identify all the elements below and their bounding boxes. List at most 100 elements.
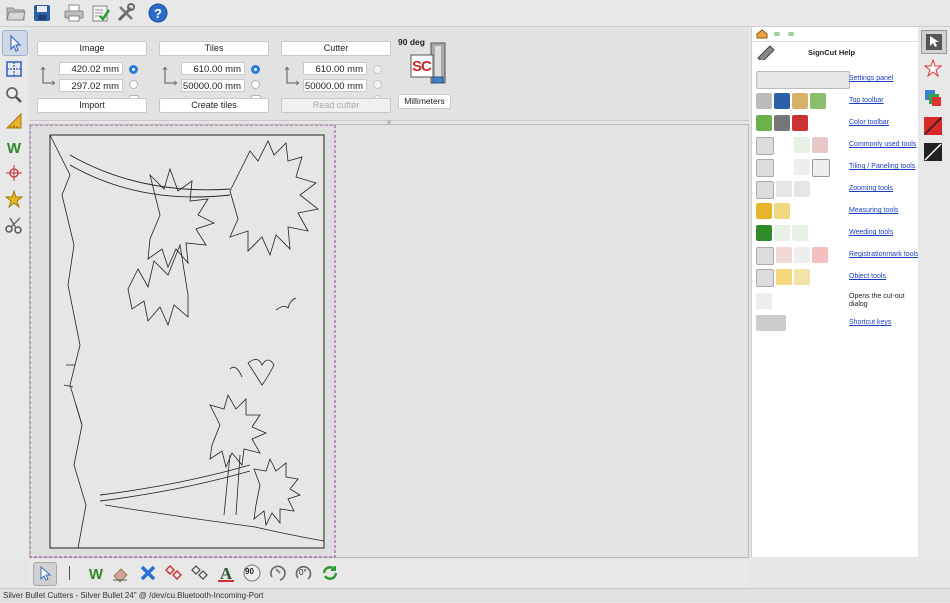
- help-panel: SignCut Help Settings panel Top toolbar …: [751, 27, 919, 557]
- tiles-width-field[interactable]: 610.00 mm: [181, 62, 245, 75]
- eraser-icon[interactable]: [109, 562, 131, 584]
- image-height-field[interactable]: 297.02 mm: [59, 79, 123, 92]
- help-row-regmark[interactable]: Registrationmark tools: [754, 247, 919, 267]
- text-icon[interactable]: A: [215, 562, 237, 584]
- tiling-icon[interactable]: [2, 57, 26, 81]
- tiles-radio[interactable]: [251, 65, 260, 74]
- help-link[interactable]: Registrationmark tools: [849, 251, 919, 258]
- help-link[interactable]: Zooming tools: [849, 185, 893, 192]
- star-outline-icon[interactable]: [921, 57, 945, 79]
- layers-color-icon[interactable]: [921, 87, 945, 109]
- axes-icon: [284, 66, 300, 86]
- help-title: SignCut Help: [808, 48, 856, 57]
- tiles-radio-2[interactable]: [251, 80, 260, 89]
- help-link[interactable]: Settings panel: [849, 75, 893, 82]
- status-bar: Silver Bullet Cutters - Silver Bullet 24…: [0, 588, 950, 602]
- help-link[interactable]: Color toolbar: [849, 119, 889, 126]
- tiles-header: Tiles: [159, 41, 269, 56]
- help-row-shortcuts[interactable]: Shortcut keys: [754, 315, 916, 335]
- weed-icon[interactable]: W: [85, 562, 107, 584]
- weed-s-icon: [792, 225, 808, 241]
- top-toolbar: ?: [0, 0, 950, 27]
- signcut-logo[interactable]: SC: [409, 41, 453, 89]
- help-row-weeding[interactable]: Weeding tools: [754, 225, 916, 245]
- help-row-object[interactable]: Object tools: [754, 269, 916, 289]
- eraser-icon: [812, 137, 828, 153]
- help-link[interactable]: Object tools: [849, 273, 886, 280]
- cutter-height-field[interactable]: 50000.00 mm: [303, 79, 367, 92]
- rotate-label: 90: [245, 567, 254, 576]
- pointer-icon[interactable]: [33, 562, 57, 586]
- settings-panel: Image 420.02 mm 297.02 mm Import Tiles 6…: [29, 27, 749, 121]
- zoom-icon[interactable]: [2, 83, 26, 107]
- delete-x-icon[interactable]: [137, 562, 159, 584]
- help-link[interactable]: Top toolbar: [849, 97, 884, 104]
- help-row-color-toolbar[interactable]: Color toolbar: [754, 115, 916, 135]
- image-radio[interactable]: [129, 65, 138, 74]
- help-row-measure[interactable]: Measuring tools: [754, 203, 916, 223]
- back-arrow-icon[interactable]: [774, 32, 780, 36]
- color-layers-icon: [756, 115, 772, 131]
- artwork: [30, 125, 336, 558]
- svg-text:W: W: [7, 140, 22, 156]
- black-line-icon[interactable]: [921, 141, 945, 163]
- pointer-icon: [756, 269, 774, 287]
- rotate-free-icon[interactable]: [267, 562, 289, 584]
- image-group: Image 420.02 mm 297.02 mm Import: [37, 35, 151, 119]
- regmark-diamond-icon[interactable]: [163, 562, 185, 584]
- units-button[interactable]: Millimeters: [398, 94, 451, 109]
- help-row-top-toolbar[interactable]: Top toolbar: [754, 93, 916, 113]
- checklist-icon[interactable]: [89, 1, 113, 25]
- print-icon[interactable]: [62, 1, 86, 25]
- help-link[interactable]: Commonly used tools: [849, 141, 916, 148]
- help-link[interactable]: Tiling / Paneling tools: [849, 163, 915, 170]
- help-row-cutout[interactable]: Opens the cut-out dialog: [754, 293, 916, 315]
- help-row-common-tools[interactable]: Commonly used tools: [754, 137, 916, 157]
- red-line-icon[interactable]: [921, 115, 945, 137]
- right-toolbar: [918, 27, 950, 560]
- cutter-header: Cutter: [281, 41, 391, 56]
- logo-text: SC: [412, 58, 432, 75]
- cursor-color-icon[interactable]: [921, 30, 947, 54]
- cutter-width-field[interactable]: 610.00 mm: [303, 62, 367, 75]
- help-row-zoom[interactable]: Zooming tools: [754, 181, 916, 201]
- help-text: Opens the cut-out dialog: [849, 293, 905, 308]
- refresh-icon[interactable]: [319, 562, 341, 584]
- separator: [69, 566, 70, 580]
- tiles-height-field[interactable]: 50000.00 mm: [181, 79, 245, 92]
- tools-icon[interactable]: [114, 1, 138, 25]
- regmark-icon[interactable]: [2, 161, 26, 185]
- pen-icon: [756, 44, 776, 63]
- help-link[interactable]: Weeding tools: [849, 229, 893, 236]
- image-radio-2[interactable]: [129, 80, 138, 89]
- measure-icon[interactable]: [2, 109, 26, 133]
- help-link[interactable]: Measuring tools: [849, 207, 898, 214]
- create-tiles-button[interactable]: Create tiles: [159, 98, 269, 113]
- regmark-pair-icon[interactable]: [189, 562, 211, 584]
- regmark-delete-icon: [812, 247, 828, 263]
- regmark-pair-icon: [794, 247, 810, 263]
- open-icon: [756, 93, 772, 109]
- design-canvas[interactable]: [29, 120, 749, 558]
- open-folder-icon[interactable]: [4, 1, 28, 25]
- help-row-tiling[interactable]: Tiling / Paneling tools: [754, 159, 916, 179]
- angle-icon[interactable]: 0°: [293, 562, 315, 584]
- scissors-icon[interactable]: [2, 213, 26, 237]
- help-icon[interactable]: ?: [146, 1, 170, 25]
- pointer-icon[interactable]: [2, 30, 28, 56]
- tiles-group: Tiles 610.00 mm 50000.00 mm Create tiles: [159, 35, 273, 119]
- help-row-settings[interactable]: Settings panel: [754, 71, 916, 91]
- pointer-icon: [756, 159, 774, 177]
- import-button[interactable]: Import: [37, 98, 147, 113]
- weed-icon[interactable]: W: [2, 135, 26, 159]
- settings-panel-thumb-icon: [756, 71, 850, 89]
- star-object-icon[interactable]: [2, 187, 26, 211]
- image-width-field[interactable]: 420.02 mm: [59, 62, 123, 75]
- forward-arrow-icon[interactable]: [788, 32, 794, 36]
- gray-color-icon: [774, 115, 790, 131]
- save-icon[interactable]: [30, 1, 54, 25]
- help-link[interactable]: Shortcut keys: [849, 319, 891, 326]
- splitter-handle[interactable]: [387, 120, 391, 124]
- rotate-90-icon[interactable]: 90: [241, 562, 263, 584]
- zoom-in-icon: [776, 181, 792, 197]
